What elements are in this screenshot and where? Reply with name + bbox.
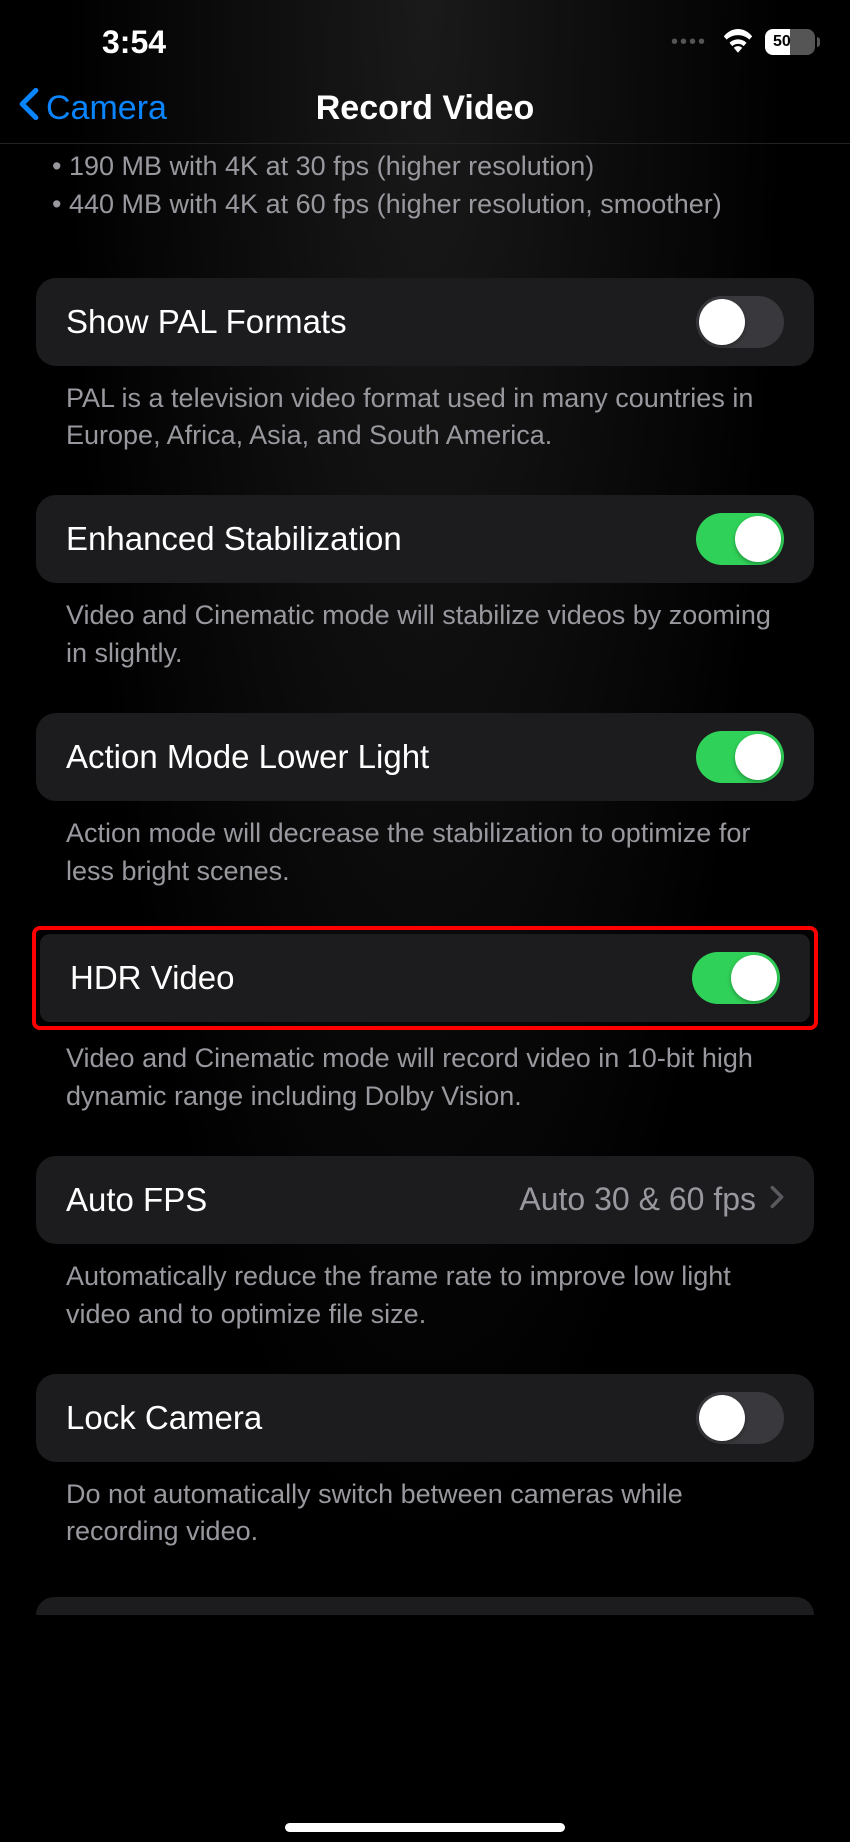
chevron-right-icon	[770, 1185, 784, 1214]
battery-icon: 50	[765, 29, 820, 55]
storage-info-line: 190 MB with 4K at 30 fps (higher resolut…	[66, 148, 814, 186]
action-mode-lower-light-row[interactable]: Action Mode Lower Light	[36, 713, 814, 801]
lock-camera-footer: Do not automatically switch between came…	[36, 1462, 814, 1552]
auto-fps-footer: Automatically reduce the frame rate to i…	[36, 1244, 814, 1334]
pal-formats-label: Show PAL Formats	[66, 303, 347, 341]
enhanced-stabilization-toggle[interactable]	[696, 513, 784, 565]
hdr-video-highlight: HDR Video	[32, 926, 818, 1030]
home-indicator[interactable]	[285, 1823, 565, 1832]
hdr-video-toggle[interactable]	[692, 952, 780, 1004]
status-dots-icon: ••••	[671, 31, 707, 54]
chevron-left-icon	[18, 87, 40, 130]
hdr-video-row[interactable]: HDR Video	[40, 934, 810, 1022]
status-right: •••• 50	[671, 27, 820, 58]
enhanced-stabilization-footer: Video and Cinematic mode will stabilize …	[36, 583, 814, 673]
pal-formats-footer: PAL is a television video format used in…	[36, 366, 814, 456]
back-label: Camera	[46, 89, 167, 128]
pal-formats-row[interactable]: Show PAL Formats	[36, 278, 814, 366]
storage-info-line: 440 MB with 4K at 60 fps (higher resolut…	[66, 186, 814, 224]
action-mode-lower-light-footer: Action mode will decrease the stabilizat…	[36, 801, 814, 891]
back-button[interactable]: Camera	[18, 87, 167, 130]
auto-fps-row[interactable]: Auto FPS Auto 30 & 60 fps	[36, 1156, 814, 1244]
battery-percent: 50	[773, 33, 791, 51]
auto-fps-value: Auto 30 & 60 fps	[519, 1181, 756, 1218]
auto-fps-label: Auto FPS	[66, 1181, 207, 1219]
enhanced-stabilization-label: Enhanced Stabilization	[66, 520, 402, 558]
action-mode-lower-light-toggle[interactable]	[696, 731, 784, 783]
pal-formats-toggle[interactable]	[696, 296, 784, 348]
storage-info: 190 MB with 4K at 30 fps (higher resolut…	[36, 144, 814, 244]
hdr-video-footer: Video and Cinematic mode will record vid…	[36, 1026, 814, 1116]
lock-camera-toggle[interactable]	[696, 1392, 784, 1444]
partial-next-row	[36, 1597, 814, 1615]
hdr-video-label: HDR Video	[70, 959, 234, 997]
nav-bar: Camera Record Video	[0, 74, 850, 144]
status-bar: 3:54 •••• 50	[0, 0, 850, 74]
lock-camera-label: Lock Camera	[66, 1399, 262, 1437]
lock-camera-row[interactable]: Lock Camera	[36, 1374, 814, 1462]
action-mode-lower-light-label: Action Mode Lower Light	[66, 738, 429, 776]
wifi-icon	[721, 27, 755, 58]
page-title: Record Video	[316, 89, 535, 128]
enhanced-stabilization-row[interactable]: Enhanced Stabilization	[36, 495, 814, 583]
status-time: 3:54	[102, 24, 166, 61]
